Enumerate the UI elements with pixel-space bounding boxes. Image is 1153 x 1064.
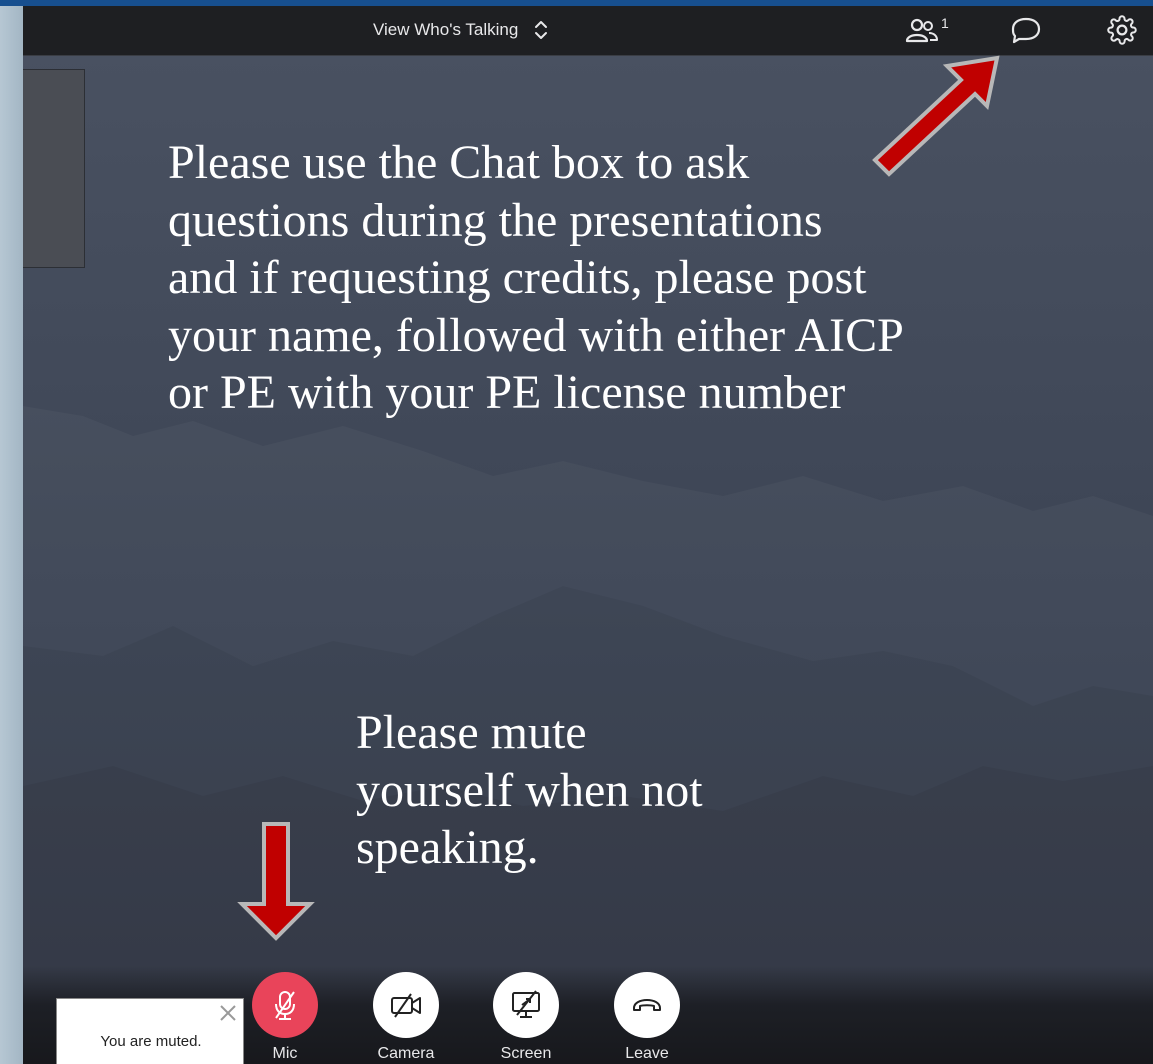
screen-share-button[interactable]: Screen [481, 972, 571, 1063]
toast-message: You are muted. [100, 1033, 202, 1050]
settings-button[interactable] [1107, 15, 1137, 45]
camera-button-circle[interactable] [373, 972, 439, 1038]
view-mode-selector[interactable]: View Who's Talking [373, 17, 548, 43]
participant-thumbnail[interactable] [23, 69, 85, 268]
view-mode-label: View Who's Talking [373, 20, 519, 39]
close-icon[interactable] [218, 1003, 238, 1023]
leave-button-circle[interactable] [614, 972, 680, 1038]
chat-icon [1011, 17, 1041, 44]
mic-button-circle[interactable] [252, 972, 318, 1038]
mic-label: Mic [272, 1045, 298, 1062]
top-toolbar: View Who's Talking 1 [23, 6, 1153, 56]
arrow-to-mic [237, 822, 315, 941]
mute-instruction-text: Please mute yourself when not speaking. [356, 706, 703, 874]
settings-icon [1107, 15, 1137, 45]
chat-button[interactable] [1010, 16, 1042, 44]
camera-label: Camera [377, 1045, 435, 1062]
participants-button[interactable]: 1 [905, 15, 949, 44]
screen-share-off-icon [512, 990, 540, 1018]
screen-button-circle[interactable] [493, 972, 559, 1038]
mic-button[interactable]: Mic [240, 972, 330, 1063]
meeting-stage: View Who's Talking 1 Please use the Chat… [23, 6, 1153, 1064]
camera-off-icon [391, 993, 421, 1018]
screen-label: Screen [500, 1045, 552, 1062]
leave-button[interactable]: Leave [602, 972, 692, 1063]
mic-off-icon [275, 991, 295, 1020]
chevron-updown-icon [535, 21, 548, 39]
desktop-left-edge [0, 6, 23, 1064]
leave-label: Leave [625, 1045, 669, 1062]
participant-count: 1 [941, 15, 949, 31]
camera-button[interactable]: Camera [361, 972, 451, 1063]
arrow-to-chat [872, 55, 1000, 177]
participants-icon [905, 18, 938, 43]
hang-up-icon [633, 999, 661, 1011]
muted-toast: You are muted. [56, 998, 244, 1064]
